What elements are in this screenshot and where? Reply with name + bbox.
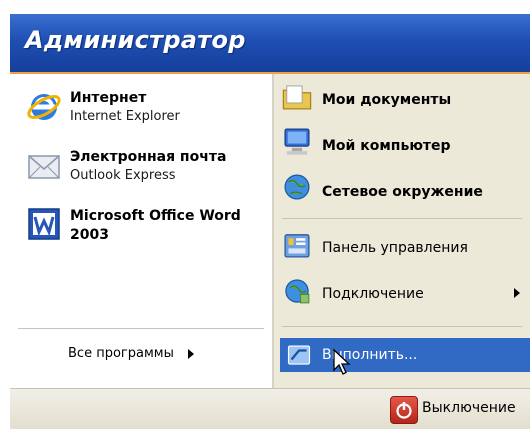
place-control-panel-label: Панель управления xyxy=(322,240,468,256)
power-icon xyxy=(390,396,418,424)
computer-icon xyxy=(280,124,314,158)
submenu-arrow-icon xyxy=(514,288,520,298)
pinned-item-internet-name: Интернет xyxy=(70,90,147,106)
user-name: Администратор xyxy=(25,26,246,54)
pinned-item-email[interactable]: Электронная почта Outlook Express xyxy=(10,138,272,194)
right-divider-1 xyxy=(282,218,522,219)
pinned-item-email-name: Электронная почта xyxy=(70,149,227,165)
all-programs-button[interactable]: Все программы xyxy=(10,336,272,368)
pinned-item-word-name: Microsoft Office Word xyxy=(70,208,241,224)
place-network[interactable]: Сетевое окружение xyxy=(274,168,530,212)
place-connection[interactable]: Подключение xyxy=(274,270,530,314)
folder-icon xyxy=(280,80,314,114)
place-run[interactable]: Выполнить... xyxy=(280,338,530,372)
place-control-panel[interactable]: Панель управления xyxy=(274,224,530,268)
right-divider-2 xyxy=(282,326,522,327)
mail-icon xyxy=(24,146,64,186)
place-my-documents[interactable]: Мои документы xyxy=(274,76,530,120)
place-network-label: Сетевое окружение xyxy=(322,184,483,200)
place-connection-label: Подключение xyxy=(322,286,424,302)
place-my-documents-label: Мои документы xyxy=(322,92,452,108)
shutdown-label: Выключение xyxy=(422,400,516,416)
start-menu-footer: Выключение xyxy=(10,388,530,429)
run-icon xyxy=(284,340,314,370)
network-icon xyxy=(280,170,314,204)
pinned-programs-panel: Интернет Internet Explorer Электронная п… xyxy=(10,74,274,388)
all-programs-label: Все программы xyxy=(68,346,174,361)
places-panel: Мои документы Мой компьютер Сетевое окру… xyxy=(274,74,530,388)
shutdown-button[interactable]: Выключение xyxy=(388,389,530,429)
connection-icon xyxy=(280,274,314,308)
place-my-computer[interactable]: Мой компьютер xyxy=(274,122,530,166)
pinned-item-email-sub: Outlook Express xyxy=(70,168,176,183)
control-panel-icon xyxy=(280,228,314,262)
pinned-item-internet-sub: Internet Explorer xyxy=(70,109,180,124)
arrow-right-icon xyxy=(188,349,194,359)
word-icon xyxy=(24,204,64,244)
start-menu-header: Администратор xyxy=(10,14,530,74)
mouse-cursor-icon xyxy=(332,348,352,376)
pinned-item-internet[interactable]: Интернет Internet Explorer xyxy=(10,74,272,134)
start-menu: Администратор Интернет Internet Explorer xyxy=(10,14,530,429)
pinned-item-word[interactable]: Microsoft Office Word 2003 xyxy=(10,198,272,254)
pinned-item-word-sub: 2003 xyxy=(70,227,109,243)
ie-icon xyxy=(24,86,64,126)
place-my-computer-label: Мой компьютер xyxy=(322,138,451,154)
left-divider xyxy=(18,328,264,329)
